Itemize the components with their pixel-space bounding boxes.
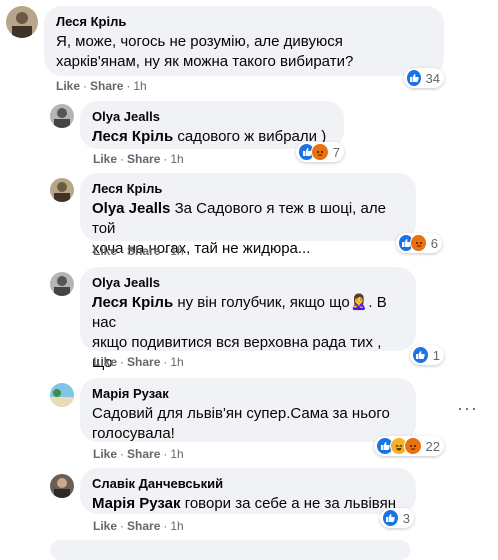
mention-link[interactable]: Леся Кріль <box>92 294 173 311</box>
comment-text-line: голосувала! <box>92 425 175 442</box>
comment-actions: Like · Share · 1h <box>93 447 184 461</box>
comment-author[interactable]: Славік Данчевський <box>92 476 404 492</box>
comment-author[interactable]: Леся Кріль <box>56 14 432 30</box>
avatar[interactable] <box>50 104 74 128</box>
timestamp[interactable]: 1h <box>170 447 183 461</box>
avatar[interactable] <box>50 272 74 296</box>
comment-author[interactable]: Леся Кріль <box>92 181 404 197</box>
share-button[interactable]: Share <box>127 355 160 369</box>
like-icon <box>406 69 422 87</box>
timestamp[interactable]: 1h <box>170 355 183 369</box>
comment-bubble: Леся Кріль Olya Jealls За Садового я теж… <box>80 173 416 257</box>
reaction-count: 22 <box>425 438 440 454</box>
avatar[interactable] <box>50 383 74 407</box>
comment-text: Olya Jealls За Садового я теж в шоці, ал… <box>92 199 404 239</box>
timestamp[interactable]: 1h <box>170 152 183 166</box>
comment-text: Леся Кріль ну він голубчик, якщо що🙎‍♀️.… <box>92 293 404 333</box>
angry-icon <box>410 234 427 252</box>
timestamp[interactable]: 1h <box>133 79 146 93</box>
mention-link[interactable]: Марія Рузак <box>92 495 181 512</box>
like-icon <box>382 509 399 527</box>
emoji: 🙎‍♀️ <box>349 294 369 311</box>
reaction-summary[interactable]: 22 <box>374 436 444 456</box>
comment-actions: Like · Share · 1h <box>93 355 184 369</box>
like-button[interactable]: Like <box>93 519 117 533</box>
comment-bubble: Марія Рузак Садовий для львів'ян супер.С… <box>80 378 416 442</box>
comment-actions: Like · Share · 1h <box>93 519 184 533</box>
comment-author[interactable]: Olya Jealls <box>92 275 404 291</box>
like-button[interactable]: Like <box>93 447 117 461</box>
comment-actions: Like · Share · 1h <box>93 152 184 166</box>
timestamp[interactable]: 1h <box>170 244 183 258</box>
comment-text-body: говори за себе а не за львівян <box>184 495 396 512</box>
reaction-summary[interactable]: 7 <box>296 142 344 162</box>
reaction-summary[interactable]: 34 <box>404 68 444 88</box>
share-button[interactable]: Share <box>127 519 160 533</box>
like-icon <box>412 346 429 364</box>
avatar[interactable] <box>50 178 74 202</box>
angry-icon <box>403 437 422 455</box>
comment-actions: Like · Share · 1h <box>56 79 147 93</box>
comment-text-line: Садовий для львів'ян супер.Сама за нього <box>92 405 390 422</box>
avatar[interactable] <box>6 6 38 38</box>
comment-bubble: Леся Кріль Я, може, чогось не розумію, а… <box>44 6 444 76</box>
more-options-icon[interactable]: ··· <box>457 398 478 419</box>
reaction-summary[interactable]: 1 <box>410 345 444 365</box>
like-button[interactable]: Like <box>93 152 117 166</box>
reaction-count: 6 <box>430 235 438 251</box>
reaction-summary[interactable]: 3 <box>380 508 414 528</box>
comment-actions: Like · Share · 1h <box>93 244 184 258</box>
comment-author[interactable]: Olya Jealls <box>92 109 332 125</box>
comment-text-line: харків'янам, ну як можна такого вибирати… <box>56 53 354 70</box>
comment-text-line: Я, може, чогось не розумію, але дивуюся <box>56 33 343 50</box>
comment-bubble: Olya Jealls Леся Кріль ну він голубчик, … <box>80 267 416 391</box>
like-button[interactable]: Like <box>93 244 117 258</box>
like-button[interactable]: Like <box>56 79 80 93</box>
reaction-count: 1 <box>432 347 440 363</box>
share-button[interactable]: Share <box>127 244 160 258</box>
comment-text-line: ну він голубчик, якщо що <box>177 294 350 311</box>
comment-author[interactable]: Марія Рузак <box>92 386 404 402</box>
comment-bubble-partial <box>50 540 410 560</box>
reaction-count: 34 <box>425 70 440 86</box>
reaction-count: 7 <box>332 144 340 160</box>
share-button[interactable]: Share <box>90 79 123 93</box>
share-button[interactable]: Share <box>127 447 160 461</box>
comment-bubble: Славік Данчевський Марія Рузак говори за… <box>80 468 416 514</box>
comment-text: Леся Кріль садового ж вибрали ) <box>92 127 332 147</box>
like-button[interactable]: Like <box>93 355 117 369</box>
reaction-count: 3 <box>402 510 410 526</box>
mention-link[interactable]: Леся Кріль <box>92 128 173 145</box>
avatar[interactable] <box>50 474 74 498</box>
comment-text: Марія Рузак говори за себе а не за львів… <box>92 494 404 514</box>
angry-icon <box>311 143 329 161</box>
share-button[interactable]: Share <box>127 152 160 166</box>
mention-link[interactable]: Olya Jealls <box>92 200 170 217</box>
reaction-summary[interactable]: 6 <box>396 233 442 253</box>
timestamp[interactable]: 1h <box>170 519 183 533</box>
